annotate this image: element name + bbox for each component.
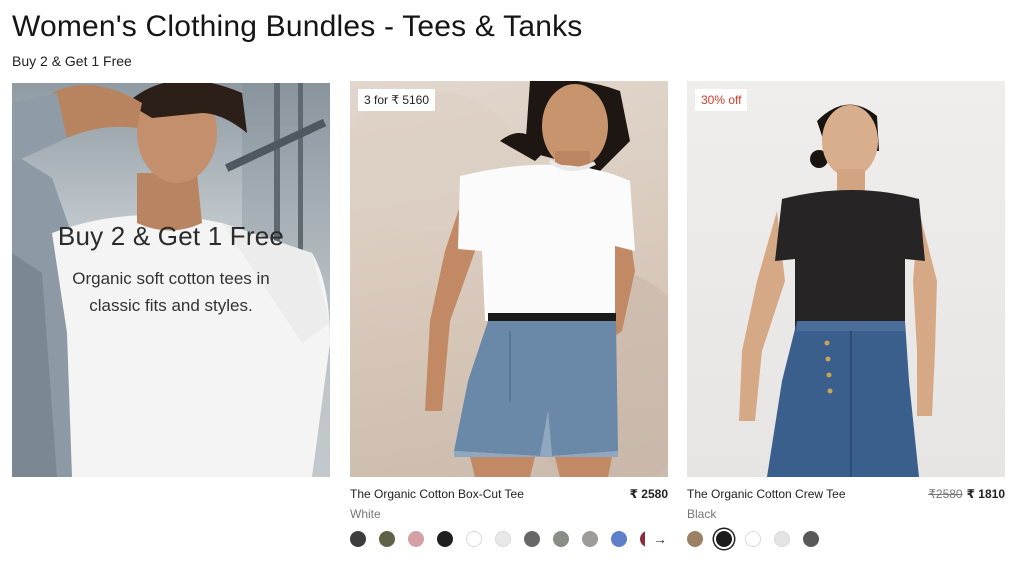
bundle-badge: 3 for ₹ 5160 [358, 89, 436, 111]
product-price: ₹2580 ₹ 1810 [928, 487, 1005, 501]
page-title: Women's Clothing Bundles - Tees & Tanks [12, 10, 583, 43]
product-image[interactable]: 30% off [687, 81, 1005, 477]
product-image[interactable]: 3 for ₹ 5160 [350, 81, 668, 477]
promo-description: Organic soft cotton tees in classic fits… [72, 269, 270, 315]
selected-color-label: Black [687, 507, 717, 521]
model-photo [350, 81, 668, 477]
swatch-stone[interactable] [582, 531, 598, 547]
product-name-link[interactable]: The Organic Cotton Box-Cut Tee [350, 487, 524, 501]
swatch-burgundy-partial[interactable] [640, 531, 645, 547]
swatch-light-grey[interactable] [495, 531, 511, 547]
swatch-white[interactable] [745, 531, 761, 547]
page-subtitle: Buy 2 & Get 1 Free [12, 53, 132, 69]
arrow-right-icon[interactable]: → [653, 531, 667, 547]
swatch-black[interactable] [716, 531, 732, 547]
sale-price: ₹ 1810 [966, 487, 1005, 501]
swatch-olive[interactable] [379, 531, 395, 547]
product-card: 30% off The Organic Cotton Crew Tee Blac… [687, 81, 1005, 547]
color-swatches: → [350, 529, 667, 549]
swatch-black[interactable] [437, 531, 453, 547]
product-price: ₹ 2580 [629, 487, 668, 501]
discount-badge: 30% off [695, 89, 748, 111]
promo-banner[interactable]: Buy 2 & Get 1 Free Organic soft cotton t… [12, 83, 330, 477]
swatch-dark-grey[interactable] [803, 531, 819, 547]
color-swatches [687, 529, 832, 549]
swatch-white[interactable] [466, 531, 482, 547]
swatch-charcoal[interactable] [350, 531, 366, 547]
original-price: ₹2580 [928, 487, 963, 501]
product-name-link[interactable]: The Organic Cotton Crew Tee [687, 487, 846, 501]
selected-color-label: White [350, 507, 381, 521]
swatch-sage[interactable] [553, 531, 569, 547]
swatch-blue[interactable] [611, 531, 627, 547]
swatch-grey[interactable] [524, 531, 540, 547]
model-photo [739, 104, 937, 477]
product-card: 3 for ₹ 5160 The Organic Cotton Box-Cut … [350, 81, 668, 547]
swatch-light-grey[interactable] [774, 531, 790, 547]
promo-title: Buy 2 & Get 1 Free [57, 221, 285, 251]
swatch-pink[interactable] [408, 531, 424, 547]
swatch-taupe[interactable] [687, 531, 703, 547]
